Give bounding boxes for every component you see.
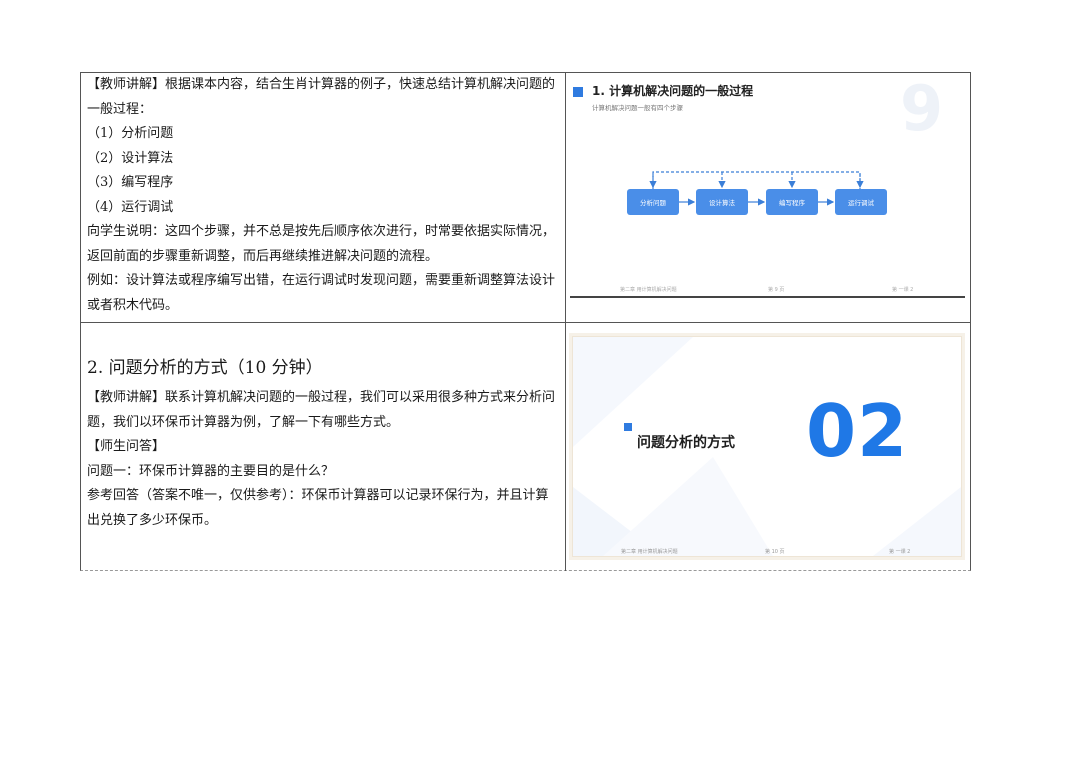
column-divider [565, 72, 566, 323]
slide-footer-mid: 第 10 页 [765, 549, 785, 555]
step-label-2: 设计算法 [709, 198, 736, 207]
example-paragraph: 例如：设计算法或程序编写出错，在运行调试时发现问题，需要重新调整算法设计或者积木… [87, 273, 556, 313]
slide-footer-left: 第二章 用计算机解决问题 [620, 287, 677, 293]
feedback-loop-line [652, 171, 861, 189]
row2-text-cell: 2. 问题分析的方式（10 分钟） 【教师讲解】联系计算机解决问题的一般过程，我… [87, 356, 559, 533]
step-item-4: （4）运行调试 [87, 199, 174, 215]
qa-label: 【师生问答】 [87, 439, 166, 454]
slide-footer-right: 第 一课 2 [889, 549, 911, 555]
section-heading: 2. 问题分析的方式（10 分钟） [87, 358, 323, 378]
step-item-3: （3）编写程序 [87, 175, 174, 190]
teacher-explain-paragraph: 【教师讲解】联系计算机解决问题的一般过程，我们可以采用很多种方式来分析问题，我们… [87, 390, 556, 430]
question-one: 问题一：环保币计算器的主要目的是什么？ [87, 463, 335, 479]
step-label-1: 分析问题 [640, 198, 667, 207]
step-label-4: 运行调试 [848, 198, 875, 207]
slide-footer-mid: 第 9 页 [768, 287, 785, 293]
slide-title: 问题分析的方式 [637, 435, 735, 451]
column-divider [565, 322, 566, 571]
step-item-1: （1）分析问题 [87, 126, 174, 141]
process-flow-diagram: 分析问题 设计算法 编写程序 运行调试 [627, 171, 887, 215]
row1-text-cell: 【教师讲解】根据课本内容，结合生肖计算器的例子，快速总结计算机解决问题的一般过程… [87, 73, 559, 318]
slide-thumbnail-process: 9 1. 计算机解决问题的一般过程 计算机解决问题一般有四个步骤 分析问题 设计… [570, 74, 965, 298]
explanation-paragraph: 向学生说明：这四个步骤，并不总是按先后顺序依次进行，时常要依据实际情况，返回前面… [87, 224, 556, 264]
teacher-explain-paragraph: 【教师讲解】根据课本内容，结合生肖计算器的例子，快速总结计算机解决问题的一般过程… [87, 77, 556, 117]
title-marker-square [624, 423, 632, 431]
slide-footer-left: 第二章 用计算机解决问题 [621, 549, 678, 555]
section-number: 02 [806, 389, 909, 473]
reference-answer: 参考回答（答案不唯一，仅供参考）：环保币计算器可以记录环保行为，并且计算出兑换了… [87, 488, 549, 528]
slide-thumbnail-section: 问题分析的方式 02 第二章 用计算机解决问题 第 10 页 第 一课 2 [572, 336, 962, 557]
step-item-2: （2）设计算法 [87, 150, 174, 166]
step-label-3: 编写程序 [779, 198, 806, 207]
slide-footer-right: 第 一课 2 [892, 287, 914, 293]
